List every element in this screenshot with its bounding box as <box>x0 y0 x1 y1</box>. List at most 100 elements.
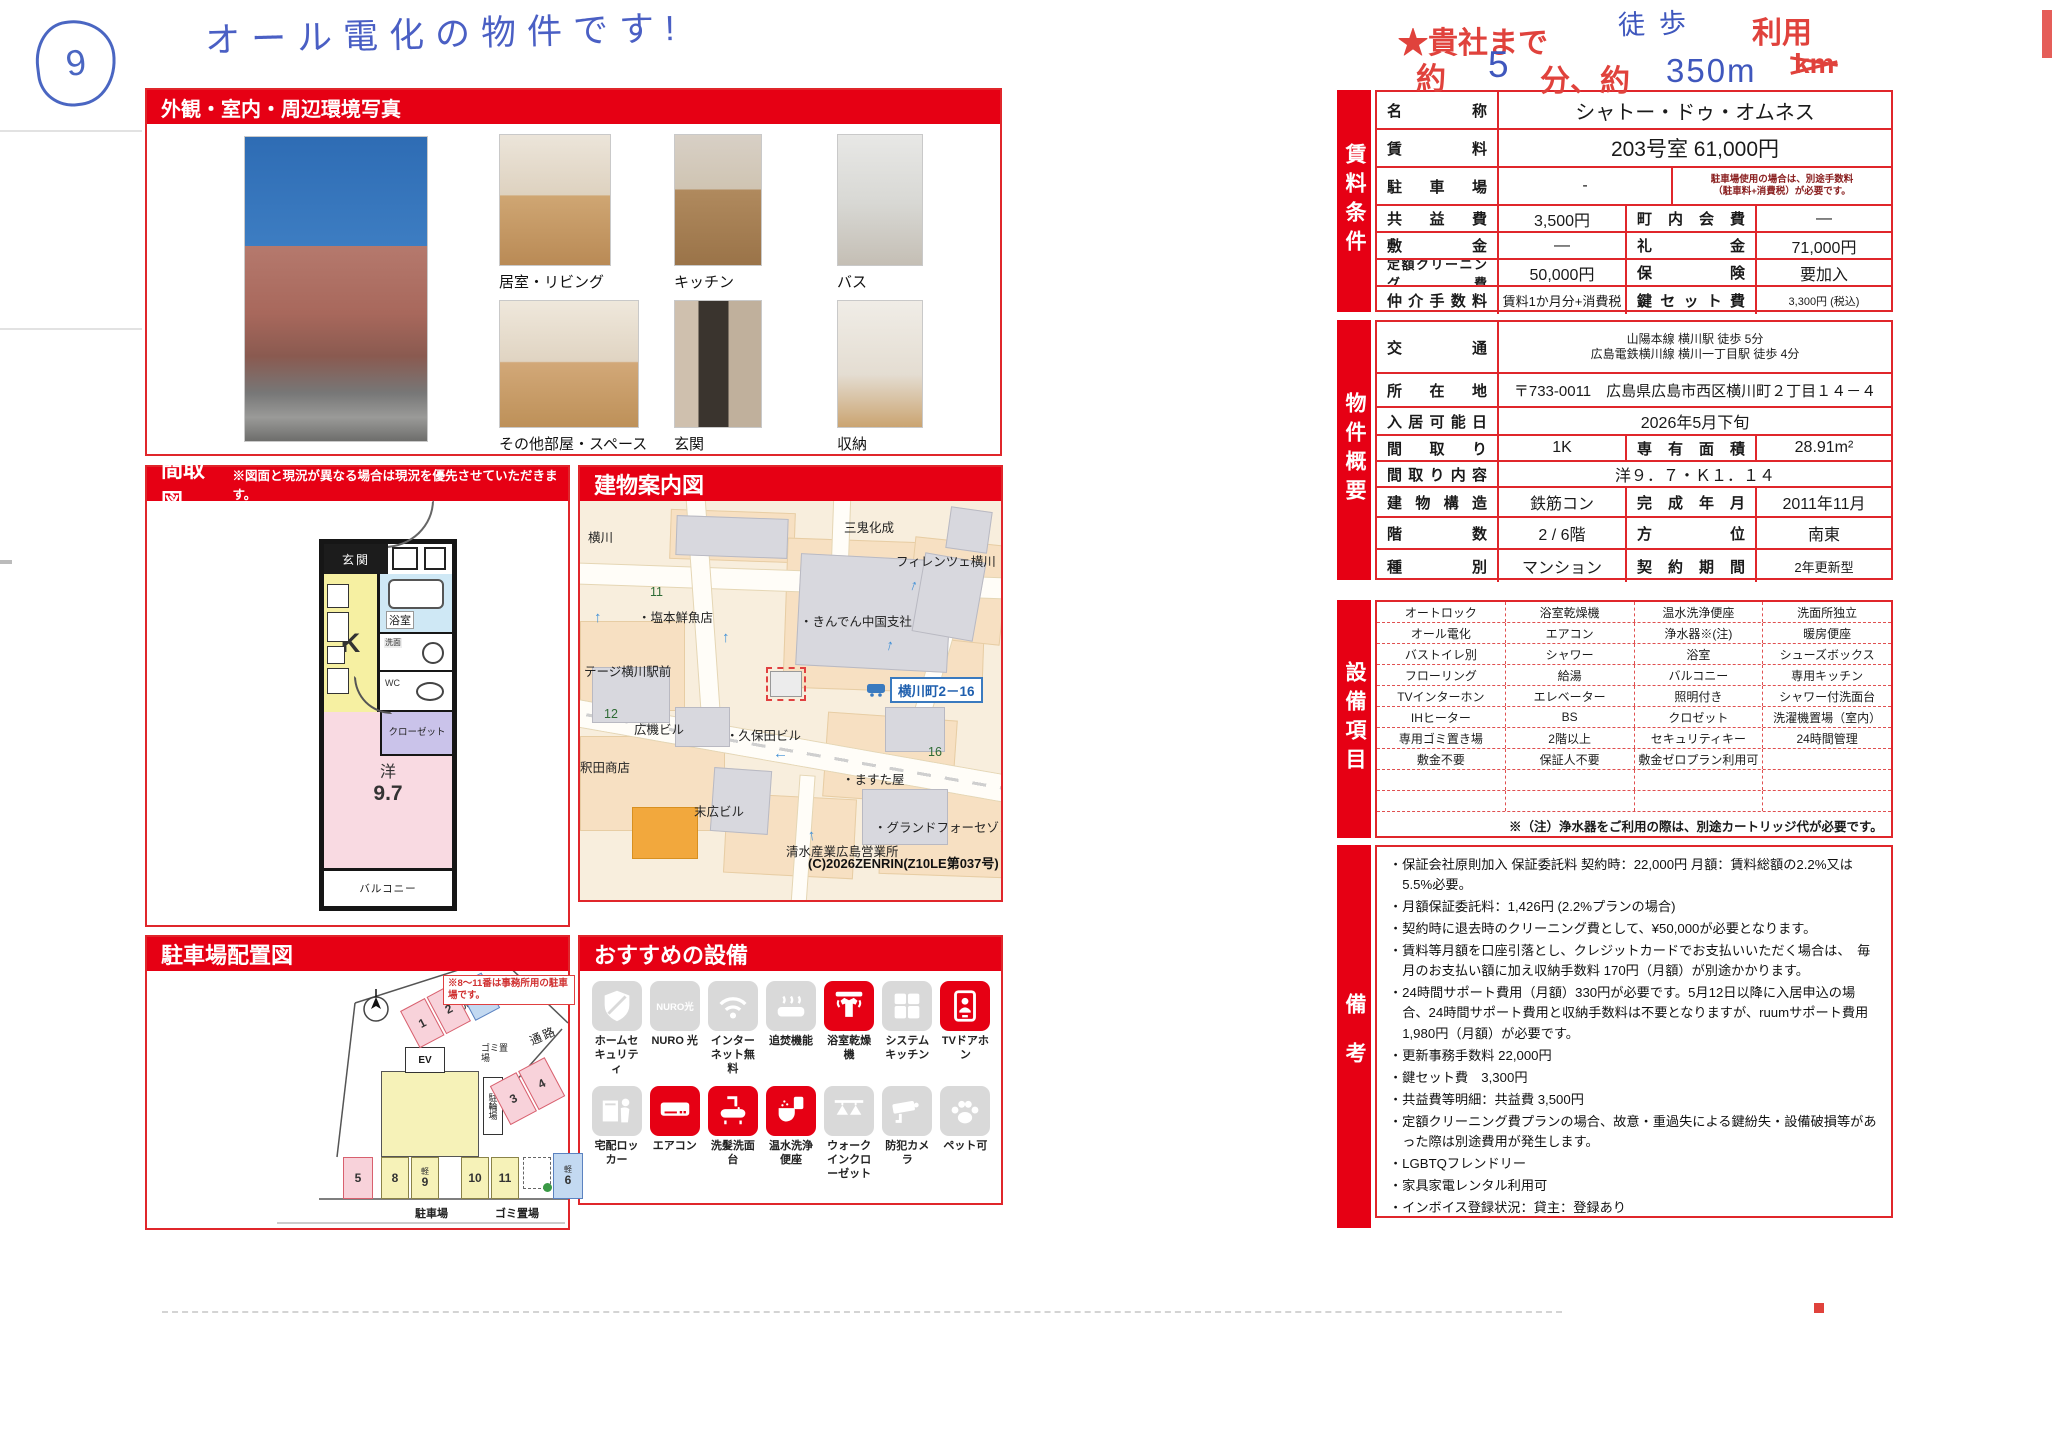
map-label: ・塩本鮮魚店 <box>638 607 713 626</box>
equipment-cell: セキュリティキー <box>1635 728 1764 748</box>
equipment-row: フローリング給湯バルコニー専用キッチン <box>1377 665 1891 686</box>
parking-spot: 10 <box>461 1157 489 1199</box>
equipment-cell <box>1763 749 1891 769</box>
equipment-cell: BS <box>1506 707 1635 727</box>
label-type: 種別 <box>1377 550 1499 582</box>
equipment-cell: オール電化 <box>1377 623 1506 643</box>
equipment-cell: 洗面所独立 <box>1763 602 1891 622</box>
tv-intercom-icon <box>940 981 990 1031</box>
walkin-closet-icon <box>824 1086 874 1136</box>
label-common-fee: 共益費 <box>1377 206 1499 231</box>
facility-label: ホームセキュリティ <box>590 1035 643 1076</box>
remark-line: ・LGBTQフレンドリー <box>1389 1154 1881 1174</box>
remark-line: ・月額保証委託料：1,426円 (2.2%プランの場合) <box>1389 897 1881 917</box>
floorplan-window <box>392 547 418 570</box>
facility-item: 防犯カメラ <box>881 1086 934 1181</box>
rent-conditions-table: 名称 シャトー・ドゥ・オムネス 賃料 203号室 61,000円 駐車場 - 駐… <box>1375 90 1893 312</box>
kitchen-fixture-icon <box>327 668 349 694</box>
scan-artifact <box>0 560 12 564</box>
equipment-cell: 浴室乾燥機 <box>1506 602 1635 622</box>
facility-item: ペット可 <box>939 1086 992 1181</box>
label-layout: 間取り <box>1377 436 1499 460</box>
equipment-row: TVインターホンエレベーター照明付きシャワー付洗面台 <box>1377 686 1891 707</box>
label-layout-detail: 間取り内容 <box>1377 462 1499 486</box>
equipment-cell: バストイレ別 <box>1377 644 1506 664</box>
stamp-use: 利用 <box>1752 8 1812 52</box>
map-section: 建物案内図 横川町2－16 (C)2026ZENRIN(Z10LE第037号) <box>578 465 1003 902</box>
parking-section: 駐車場配置図 ※8～11番は事務所用の駐車場です。 4,000 通路 EV ゴミ… <box>145 935 570 1230</box>
remark-line: ・保証会社原則加入 保証委託料 契約時：22,000円 月額：賃料総額の2.2%… <box>1389 855 1881 895</box>
facility-item: TVドアホン <box>939 981 992 1076</box>
equipment-cell: 暖房便座 <box>1763 623 1891 643</box>
remark-line: ・契約時に退去時のクリーニング費として、¥50,000が必要となります。 <box>1389 919 1881 939</box>
equipment-cell: TVインターホン <box>1377 686 1506 706</box>
facility-item: ホームセキュリティ <box>590 981 643 1076</box>
equipment-cell: 照明付き <box>1635 686 1764 706</box>
value-layout: 1K <box>1499 436 1627 460</box>
map-label: テージ横川駅前 <box>584 661 671 680</box>
equipment-grid: オートロック浴室乾燥機温水洗浄便座洗面所独立オール電化エアコン浄水器※(注)暖房… <box>1377 602 1891 812</box>
bathtub-icon <box>388 579 444 609</box>
value-cleaning-fee: 50,000円 <box>1499 260 1627 285</box>
remarks-box: ・保証会社原則加入 保証委託料 契約時：22,000円 月額：賃料総額の2.2%… <box>1375 845 1893 1218</box>
scan-artifact <box>0 130 142 132</box>
facility-label: インターネット無料 <box>706 1035 759 1076</box>
map-label: ・久保田ビル <box>726 725 801 744</box>
photos-section-title: 外観・室内・周辺環境写真 <box>147 90 1000 124</box>
parking-spot: 軽9 <box>411 1157 439 1199</box>
equipment-cell: クロゼット <box>1635 707 1764 727</box>
facility-item: システムキッチン <box>881 981 934 1076</box>
equipment-cell <box>1506 770 1635 790</box>
storage-photo <box>837 300 923 428</box>
map-label: 16 <box>928 745 942 759</box>
equipment-cell <box>1763 770 1891 790</box>
label-rent: 賃料 <box>1377 130 1499 166</box>
map-label: 横川 <box>588 527 613 546</box>
floorplan-note: ※図面と現況が異なる場合は現況を優先させていただきます。 <box>233 465 569 503</box>
value-type: マンション <box>1499 550 1627 582</box>
facility-label: 追焚機能 <box>769 1035 813 1049</box>
map-label: ・きんでん中国支社 <box>800 611 912 630</box>
label-key-money: 礼金 <box>1627 233 1757 258</box>
floorplan-wash-label: 洗面 <box>384 638 402 648</box>
parking-fee-note: 駐車場使用の場合は、別途手数料（駐車料+消費税）が必要です。 <box>1673 168 1891 204</box>
equipment-cell: 専用キッチン <box>1763 665 1891 685</box>
strip-remarks: 備考 <box>1337 845 1371 1228</box>
stamp-km-crossed: km <box>1794 48 1834 80</box>
equipment-cell: 敷金ゼロプラン利用可 <box>1635 749 1764 769</box>
strip-equipment: 設備項目 <box>1337 600 1371 838</box>
facility-item: 追焚機能 <box>764 981 817 1076</box>
label-transport: 交通 <box>1377 322 1499 372</box>
equipment-cell: 敷金不要 <box>1377 749 1506 769</box>
parking-spot: 8 <box>381 1157 409 1199</box>
garbage-area-top: ゴミ置場 <box>481 1043 511 1064</box>
delivery-locker-icon <box>592 1086 642 1136</box>
scan-artifact <box>162 1311 1562 1313</box>
map-copyright: (C)2026ZENRIN(Z10LE第037号) <box>808 853 999 872</box>
value-parking: - <box>1499 168 1673 204</box>
security-camera-icon <box>882 1086 932 1136</box>
map-label: 11 <box>650 585 663 599</box>
equipment-cell: オートロック <box>1377 602 1506 622</box>
photo-caption: 居室・リビング <box>499 271 604 292</box>
map-label: ・グランドフォーセゾン <box>874 817 1001 836</box>
value-move-in: 2026年5月下旬 <box>1499 408 1891 434</box>
facility-label: エアコン <box>653 1140 697 1154</box>
remark-line: ・家具家電レンタル利用可 <box>1389 1176 1881 1196</box>
equipment-cell <box>1377 770 1506 790</box>
map-label: 釈田商店 <box>580 757 630 776</box>
label-deposit: 敷金 <box>1377 233 1499 258</box>
nuro-icon: NURO光 <box>650 981 700 1031</box>
aircon-icon <box>650 1086 700 1136</box>
map-label: 12 <box>604 707 618 721</box>
bathroom-dryer-icon <box>824 981 874 1031</box>
remark-line: ・共益費等明細：共益費 3,500円 <box>1389 1090 1881 1110</box>
value-rent: 203号室 61,000円 <box>1499 130 1891 166</box>
stamp-walk: 徒歩 <box>1617 1 1700 43</box>
value-key-money: 71,000円 <box>1757 233 1891 258</box>
equipment-cell: 洗濯機置場（室内） <box>1763 707 1891 727</box>
stamp-distance: 350m <box>1666 52 1757 90</box>
map-building-orange <box>632 807 698 859</box>
remark-line: ・更新事務手数料 22,000円 <box>1389 1046 1881 1066</box>
pet-icon <box>940 1086 990 1136</box>
